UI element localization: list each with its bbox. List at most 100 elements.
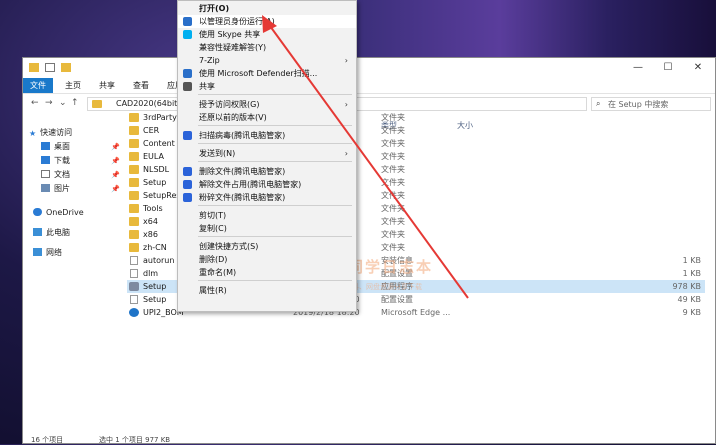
menu-item[interactable]: 发送到(N) › bbox=[178, 147, 356, 160]
doc-icon bbox=[130, 295, 138, 304]
file-size: 1 KB bbox=[682, 256, 701, 265]
menu-item[interactable]: 粉碎文件(腾讯电脑管家) bbox=[178, 191, 356, 204]
nav-network[interactable]: 网络 bbox=[33, 246, 62, 260]
file-type: 文件夹 bbox=[381, 113, 405, 122]
file-name: zh-CN bbox=[143, 243, 167, 252]
menu-item-label: 创建快捷方式(S) bbox=[199, 242, 259, 251]
context-menu: 打开(O) 以管理员身份运行(A) 使用 Skype 共享 兼容性疑难解答(Y) 7-Z… bbox=[177, 0, 357, 312]
explorer-window: — ☐ ✕ 文件 主页 共享 查看 应用 ← → ⌄ ↑ CAD2020(64b… bbox=[22, 57, 716, 444]
menu-item[interactable]: 扫描病毒(腾讯电脑管家) bbox=[178, 129, 356, 142]
network-icon bbox=[33, 248, 42, 256]
folder-icon bbox=[129, 230, 139, 239]
file-type: 文件夹 bbox=[381, 204, 405, 213]
folder-icon bbox=[129, 217, 139, 226]
menu-item-label: 使用 Microsoft Defender扫描... bbox=[199, 69, 318, 78]
tab-view[interactable]: 查看 bbox=[129, 78, 153, 93]
menu-item[interactable]: 打开(O) bbox=[178, 2, 356, 15]
menu-item[interactable]: 7-Zip › bbox=[178, 54, 356, 67]
menu-item[interactable]: 还原以前的版本(V) bbox=[178, 111, 356, 124]
file-type: 文件夹 bbox=[381, 152, 405, 161]
skype-icon bbox=[183, 30, 192, 39]
folder-icon bbox=[129, 204, 139, 213]
file-name: x86 bbox=[143, 230, 158, 239]
menu-item-label: 发送到(N) bbox=[199, 149, 236, 158]
computer-icon bbox=[33, 228, 42, 236]
menu-item-label: 删除文件(腾讯电脑管家) bbox=[199, 167, 286, 176]
menu-separator bbox=[198, 280, 352, 281]
file-size: 1 KB bbox=[682, 269, 701, 278]
pin-icon[interactable]: 📌 bbox=[111, 185, 120, 193]
nav-downloads[interactable]: 下载 bbox=[41, 154, 70, 168]
menu-item[interactable]: 重命名(M) bbox=[178, 266, 356, 279]
chevron-down-icon[interactable]: ⌄ bbox=[59, 98, 67, 108]
maximize-button[interactable]: ☐ bbox=[653, 58, 683, 78]
menu-item[interactable]: 剪切(T) bbox=[178, 209, 356, 222]
doc-icon bbox=[130, 269, 138, 278]
desktop-icon bbox=[41, 142, 50, 150]
close-button[interactable]: ✕ bbox=[683, 58, 713, 78]
menu-item[interactable]: 删除(D) bbox=[178, 253, 356, 266]
navigation-pane: ★ 快速访问 桌面 📌 下载 📌 文档 📌 图片 📌 OneDrive 此电脑 网… bbox=[23, 116, 123, 426]
file-name: Setup bbox=[143, 295, 167, 304]
tencent-icon bbox=[183, 193, 192, 202]
nav-documents[interactable]: 文档 bbox=[41, 168, 70, 182]
menu-item[interactable]: 复制(C) bbox=[178, 222, 356, 235]
search-input[interactable]: ⌕ 在 Setup 中搜索 bbox=[591, 97, 711, 111]
pin-icon[interactable]: 📌 bbox=[111, 171, 120, 179]
file-name: CER bbox=[143, 126, 160, 135]
properties-icon[interactable] bbox=[45, 63, 55, 72]
nav-quick-access[interactable]: ★ 快速访问 bbox=[29, 126, 72, 140]
pin-icon[interactable]: 📌 bbox=[111, 143, 120, 151]
menu-separator bbox=[198, 94, 352, 95]
chevron-right-icon: › bbox=[344, 56, 348, 65]
tab-file[interactable]: 文件 bbox=[23, 78, 53, 93]
file-name: autorun bbox=[143, 256, 175, 265]
folder-icon bbox=[129, 178, 139, 187]
up-icon[interactable]: ↑ bbox=[71, 98, 79, 108]
menu-item[interactable]: 使用 Microsoft Defender扫描... bbox=[178, 67, 356, 80]
pin-icon[interactable]: 📌 bbox=[111, 157, 120, 165]
file-name: SetupRes bbox=[143, 191, 181, 200]
menu-item[interactable]: 兼容性疑难解答(Y) bbox=[178, 41, 356, 54]
chevron-right-icon: › bbox=[344, 100, 348, 109]
menu-item[interactable]: 以管理员身份运行(A) bbox=[178, 15, 356, 28]
file-size: 978 KB bbox=[672, 282, 701, 291]
edge-icon bbox=[129, 308, 139, 317]
file-size: 9 KB bbox=[682, 308, 701, 317]
defender-icon bbox=[183, 69, 192, 78]
setup-icon bbox=[129, 282, 139, 291]
file-name: Setup bbox=[143, 178, 167, 187]
file-type: 文件夹 bbox=[381, 230, 405, 239]
forward-icon[interactable]: → bbox=[45, 98, 53, 108]
nav-this-pc[interactable]: 此电脑 bbox=[33, 226, 70, 240]
file-type: Microsoft Edge ... bbox=[381, 308, 451, 317]
back-icon[interactable]: ← bbox=[31, 98, 39, 108]
menu-item[interactable]: 使用 Skype 共享 bbox=[178, 28, 356, 41]
file-type: 文件夹 bbox=[381, 139, 405, 148]
menu-item[interactable]: 共享 bbox=[178, 80, 356, 93]
menu-item-label: 7-Zip bbox=[199, 56, 220, 65]
menu-item-label: 扫描病毒(腾讯电脑管家) bbox=[199, 131, 286, 140]
nav-pictures[interactable]: 图片 bbox=[41, 182, 70, 196]
share-icon bbox=[183, 82, 192, 91]
nav-desktop[interactable]: 桌面 bbox=[41, 140, 70, 154]
folder-icon bbox=[129, 139, 139, 148]
document-icon bbox=[41, 170, 50, 178]
file-type: 文件夹 bbox=[381, 126, 405, 135]
menu-item-label: 重命名(M) bbox=[199, 268, 237, 277]
file-name: Content bbox=[143, 139, 175, 148]
new-folder-icon[interactable] bbox=[61, 63, 71, 72]
menu-item[interactable]: 授予访问权限(G) › bbox=[178, 98, 356, 111]
pictures-icon bbox=[41, 184, 50, 192]
ribbon-tabs: 文件 主页 共享 查看 应用 bbox=[23, 78, 715, 94]
menu-item[interactable]: 删除文件(腾讯电脑管家) bbox=[178, 165, 356, 178]
tab-share[interactable]: 共享 bbox=[95, 78, 119, 93]
menu-item[interactable]: 解除文件占用(腾讯电脑管家) bbox=[178, 178, 356, 191]
nav-onedrive[interactable]: OneDrive bbox=[33, 206, 84, 220]
tab-home[interactable]: 主页 bbox=[61, 78, 85, 93]
menu-item[interactable]: 创建快捷方式(S) bbox=[178, 240, 356, 253]
menu-item[interactable]: 属性(R) bbox=[178, 284, 356, 297]
breadcrumb[interactable]: CAD2020(64bit) bbox=[116, 99, 180, 108]
minimize-button[interactable]: — bbox=[623, 58, 653, 78]
file-type: 文件夹 bbox=[381, 243, 405, 252]
